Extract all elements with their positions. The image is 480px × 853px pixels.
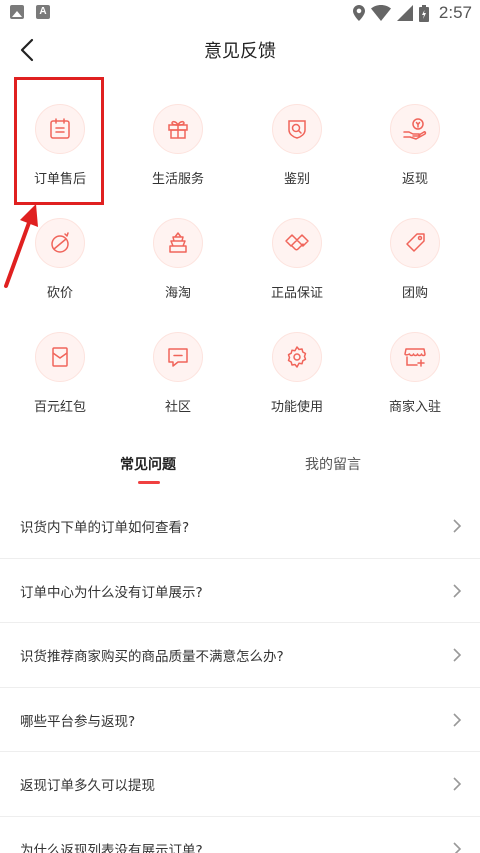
annotation-arrow-icon — [4, 204, 38, 288]
category-red-envelope[interactable]: 百元红包 — [0, 323, 120, 431]
category-cashback[interactable]: 返现 — [355, 95, 475, 203]
chat-bubble-icon — [168, 348, 188, 367]
category-features[interactable]: 功能使用 — [237, 323, 357, 431]
faq-item[interactable]: 为什么返现列表没有展示订单? — [0, 817, 480, 853]
red-envelope-icon — [52, 347, 68, 367]
page-title: 意见反馈 — [204, 41, 276, 62]
tab-active-indicator — [138, 481, 160, 484]
storefront-icon — [404, 348, 426, 367]
chevron-right-icon — [453, 648, 462, 662]
faq-item[interactable]: 识货推荐商家购买的商品质量不满意怎么办? — [0, 623, 480, 688]
annotation-highlight-box — [14, 77, 104, 205]
category-label: 团购 — [401, 286, 428, 301]
category-label: 社区 — [164, 400, 191, 415]
signal-icon — [396, 5, 413, 21]
faq-question: 订单中心为什么没有订单展示? — [20, 584, 203, 601]
faq-item[interactable]: 订单中心为什么没有订单展示? — [0, 559, 480, 623]
category-label: 功能使用 — [270, 400, 323, 415]
category-label: 鉴别 — [283, 172, 310, 187]
chevron-right-icon — [453, 712, 462, 727]
faq-question: 哪些平台参与返现? — [20, 713, 136, 730]
tab-my-messages[interactable]: 我的留言 — [305, 454, 361, 474]
category-label: 返现 — [401, 172, 428, 187]
gift-box-icon — [168, 120, 188, 139]
faq-question: 返现订单多久可以提现 — [20, 778, 155, 794]
search-shield-icon — [288, 120, 306, 139]
coin-hand-icon — [403, 118, 427, 140]
category-label: 生活服务 — [151, 172, 204, 187]
header: 意见反馈 — [0, 26, 480, 74]
category-label: 正品保证 — [270, 286, 323, 301]
chevron-right-icon — [453, 841, 462, 853]
category-merchant-join[interactable]: 商家入驻 — [355, 323, 475, 431]
faq-question: 识货推荐商家购买的商品质量不满意怎么办? — [20, 649, 284, 665]
category-authenticate[interactable]: 鉴别 — [237, 95, 357, 203]
a-notification-icon: A — [36, 5, 50, 19]
clock-time: 2:57 — [438, 3, 472, 22]
tab-bar: 常见问题 我的留言 — [0, 448, 480, 486]
category-genuine-guarantee[interactable]: 正品保证 — [237, 209, 357, 317]
faq-item[interactable]: 识货内下单的订单如何查看? — [0, 494, 480, 559]
category-label: 商家入驻 — [388, 400, 441, 415]
temple-icon — [169, 232, 187, 253]
category-label: 百元红包 — [33, 400, 86, 415]
location-icon — [352, 5, 365, 21]
tag-slash-icon — [51, 232, 69, 253]
price-tag-icon — [406, 233, 425, 252]
image-notification-icon — [10, 5, 24, 19]
faq-list: 识货内下单的订单如何查看? 订单中心为什么没有订单展示? 识货推荐商家购买的商品… — [0, 494, 480, 853]
status-bar: A 2:57 — [0, 0, 480, 26]
category-community[interactable]: 社区 — [118, 323, 238, 431]
faq-question: 识货内下单的订单如何查看? — [20, 520, 190, 536]
category-group-buy[interactable]: 团购 — [355, 209, 475, 317]
category-label: 海淘 — [164, 286, 191, 301]
faq-item[interactable]: 返现订单多久可以提现 — [0, 752, 480, 817]
chevron-right-icon — [453, 583, 462, 598]
handshake-icon — [285, 234, 309, 251]
gear-icon — [287, 346, 307, 368]
chevron-right-icon — [453, 777, 462, 791]
battery-icon — [418, 4, 429, 22]
tab-faq[interactable]: 常见问题 — [120, 454, 176, 474]
chevron-right-icon — [453, 519, 462, 533]
category-life-service[interactable]: 生活服务 — [118, 95, 238, 203]
wifi-icon — [370, 5, 391, 21]
category-overseas[interactable]: 海淘 — [118, 209, 238, 317]
faq-item[interactable]: 哪些平台参与返现? — [0, 688, 480, 752]
faq-question: 为什么返现列表没有展示订单? — [20, 842, 203, 853]
